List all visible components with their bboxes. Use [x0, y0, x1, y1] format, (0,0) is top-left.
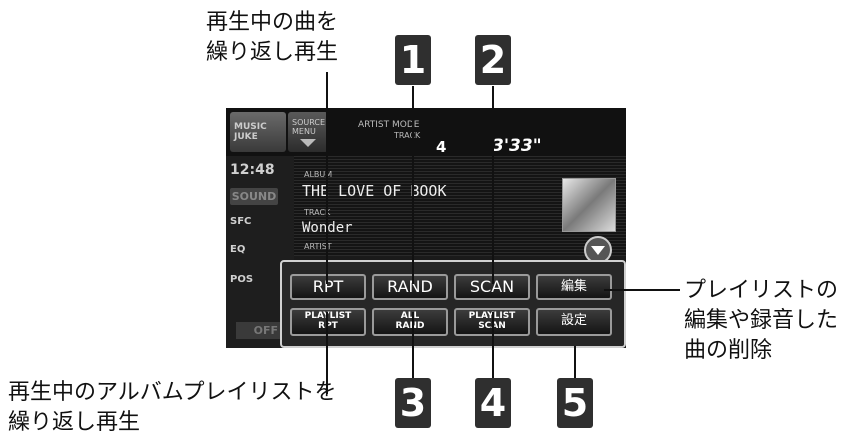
button-line: PLAYLIST	[292, 311, 364, 321]
callout-repeat-album: 再生中のアルバムプレイリストを 繰り返し再生	[8, 378, 336, 438]
callout-line: 繰り返し再生	[206, 40, 339, 65]
leader-line	[492, 86, 494, 284]
callout-line: プレイリストの	[684, 278, 839, 303]
off-button[interactable]: OFF	[236, 322, 282, 339]
callout-line: 編集や録音した	[684, 308, 839, 333]
button-line: RAND	[395, 321, 425, 331]
rpt-button[interactable]: RPT	[290, 274, 366, 300]
leader-line	[326, 312, 328, 394]
leader-line	[326, 72, 328, 284]
menu-line: MENU	[292, 127, 316, 136]
leader-line	[604, 289, 680, 291]
leader-line	[412, 312, 414, 378]
playlist-rpt-button[interactable]: PLAYLIST RPT	[290, 308, 366, 336]
audio-screen: MUSIC JUKE SOURCE MENU ARTIST MODE TRACK…	[226, 108, 626, 348]
menu-line: SOURCE	[292, 118, 326, 127]
edit-button[interactable]: 編集	[536, 274, 612, 300]
marker-1: 1	[395, 35, 431, 85]
playback-mode-panel: RPT RAND SCAN 編集 PLAYLIST RPT ALL RAND P…	[280, 260, 626, 348]
marker-4: 4	[475, 378, 511, 428]
mode-label: ARTIST MODE	[358, 120, 420, 130]
sfc-label[interactable]: SFC	[230, 216, 292, 227]
album-value: THE LOVE OF BOOK	[302, 182, 447, 200]
elapsed-time: 3'33"	[492, 136, 542, 156]
callout-edit-playlist: プレイリストの 編集や録音した 曲の削除	[684, 276, 838, 366]
leader-line	[574, 346, 576, 378]
settings-button[interactable]: 設定	[536, 308, 612, 336]
track-number: 4	[436, 138, 447, 156]
callout-line: 曲の削除	[684, 338, 773, 363]
button-line: RPT	[292, 321, 364, 331]
triangle-down-icon	[591, 246, 605, 255]
callout-line: 再生中のアルバムプレイリストを	[8, 380, 337, 405]
marker-3: 3	[395, 378, 431, 428]
leader-line	[492, 312, 494, 378]
triangle-down-icon	[300, 139, 316, 147]
music-juke-logo[interactable]: MUSIC JUKE	[230, 112, 286, 152]
marker-5: 5	[557, 378, 593, 428]
button-line: ALL	[400, 311, 420, 321]
marker-2: 2	[475, 35, 511, 85]
clock: 12:48	[230, 162, 275, 178]
source-menu-button[interactable]: SOURCE MENU	[288, 112, 328, 152]
logo-line: JUKE	[234, 132, 258, 142]
logo-line: MUSIC	[234, 122, 267, 132]
album-art	[562, 178, 616, 232]
rand-button[interactable]: RAND	[372, 274, 448, 300]
callout-line: 再生中の曲を	[206, 10, 339, 35]
track-label: TRACK	[394, 131, 421, 140]
callout-line: 繰り返し再生	[8, 410, 141, 435]
eq-label[interactable]: EQ	[230, 244, 292, 255]
leader-line	[412, 86, 414, 284]
sound-button[interactable]: SOUND	[230, 188, 278, 205]
all-rand-button[interactable]: ALL RAND	[372, 308, 448, 336]
callout-repeat-track: 再生中の曲を 繰り返し再生	[206, 8, 338, 68]
